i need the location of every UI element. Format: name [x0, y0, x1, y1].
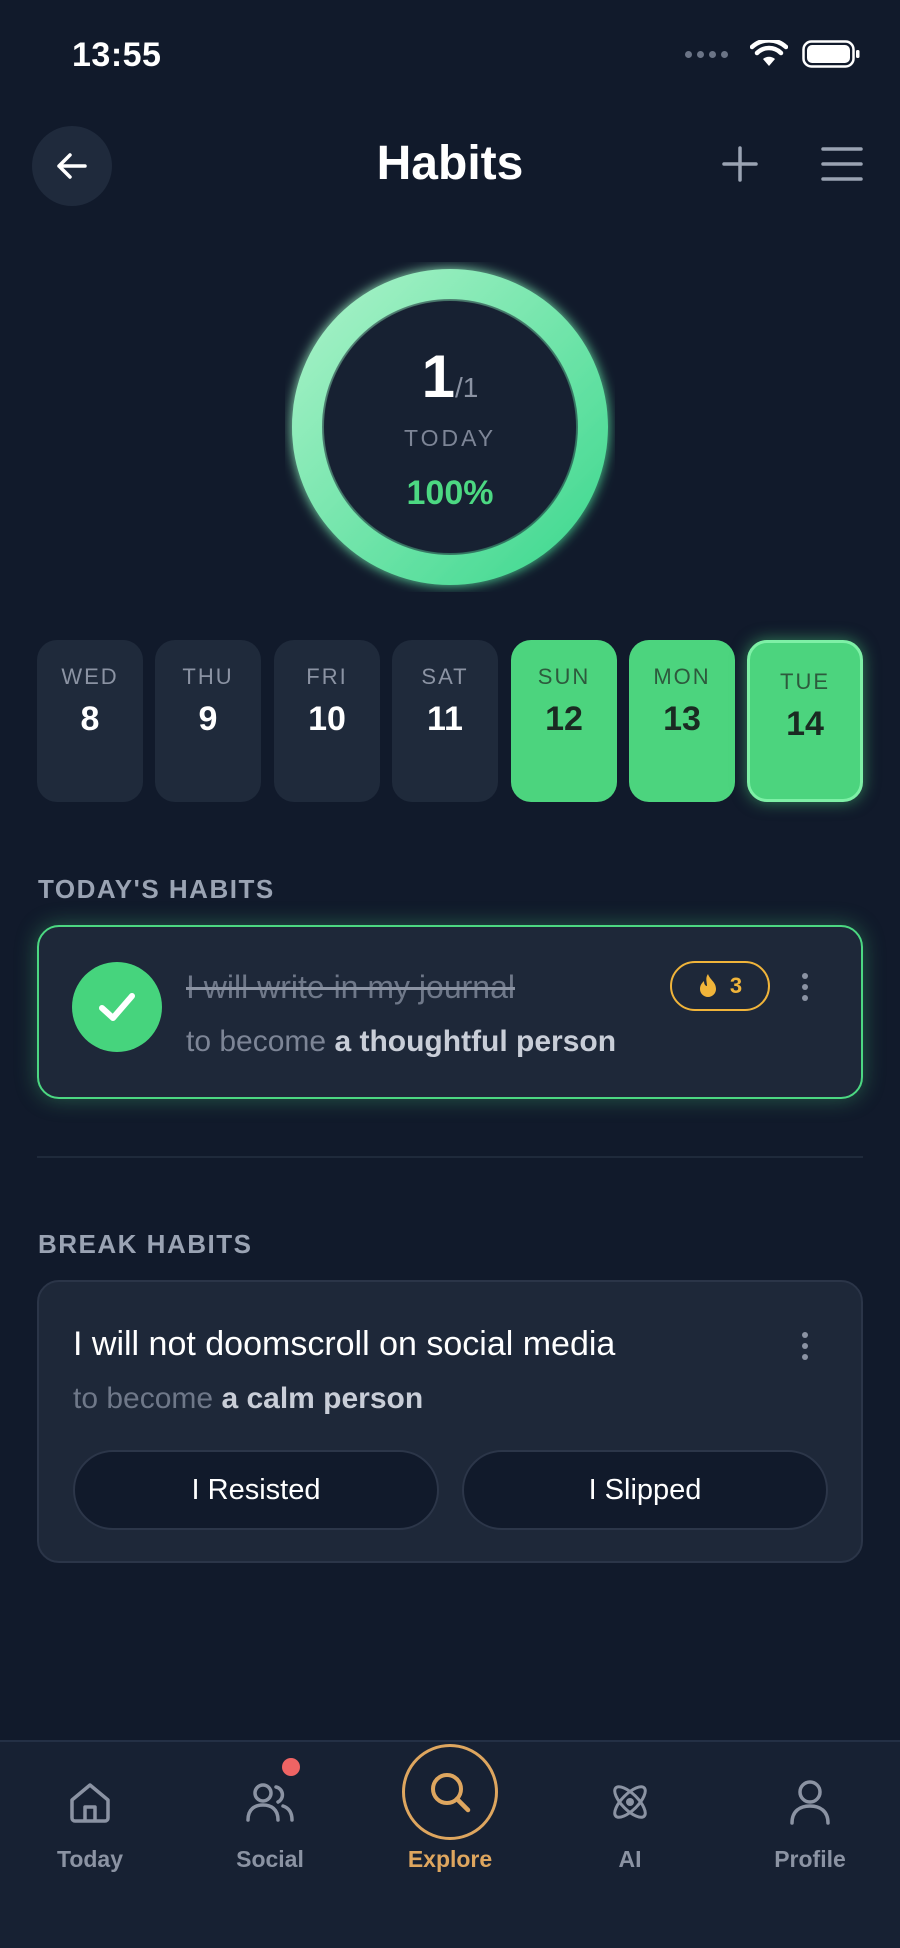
- battery-icon: [802, 40, 860, 68]
- tab-social[interactable]: Social: [180, 1742, 360, 1902]
- user-icon: [780, 1772, 840, 1832]
- tab-bar: Today Social Explore AI Profile: [0, 1740, 900, 1948]
- day-number: 10: [308, 700, 346, 738]
- plus-icon: [722, 146, 758, 182]
- todays-habits-title: TODAY'S HABITS: [38, 874, 275, 904]
- progress-percent: 100%: [406, 474, 494, 512]
- explore-active-ring: [402, 1744, 498, 1840]
- status-time: 13:55: [72, 36, 162, 74]
- day-number: 13: [663, 700, 701, 738]
- habit-identity-value: a thoughtful person: [334, 1025, 617, 1058]
- tab-label: Profile: [774, 1846, 846, 1872]
- section-divider: [37, 1156, 863, 1158]
- tab-label: Explore: [407, 1846, 493, 1872]
- day-number: 9: [198, 700, 218, 738]
- hamburger-menu-icon: [821, 147, 863, 181]
- status-bar: 13:55: [0, 0, 900, 110]
- day-selector: WED 8 THU 9 FRI 10 SAT 11 SUN 12 MON 13 …: [37, 640, 863, 802]
- habit-title: I will write in my journal: [186, 969, 515, 1005]
- break-habits-title: BREAK HABITS: [38, 1229, 253, 1259]
- progress-ring: 1/1 TODAY 100%: [285, 262, 615, 592]
- day-number: 8: [80, 700, 100, 738]
- habit-identity-prefix: to become: [186, 1025, 327, 1058]
- tab-label: Social: [236, 1846, 304, 1872]
- streak-badge: 3: [670, 961, 770, 1011]
- habit-complete-toggle[interactable]: [72, 962, 162, 1052]
- more-vertical-icon[interactable]: [790, 967, 820, 1007]
- header: Habits: [0, 110, 900, 220]
- day-number: 14: [786, 705, 824, 743]
- day-number: 12: [545, 700, 583, 738]
- day-name: TUE: [780, 669, 830, 694]
- day-number: 11: [427, 700, 463, 738]
- resisted-button[interactable]: I Resisted: [73, 1450, 439, 1530]
- day-wed[interactable]: WED 8: [37, 640, 143, 802]
- day-name: SUN: [537, 664, 591, 689]
- menu-button[interactable]: [812, 134, 872, 194]
- more-vertical-icon[interactable]: [790, 1326, 820, 1366]
- progress-ring-center: 1/1 TODAY 100%: [285, 342, 615, 513]
- tab-explore[interactable]: Explore: [360, 1742, 540, 1902]
- day-name: WED: [61, 664, 119, 689]
- tab-label: Today: [56, 1846, 124, 1872]
- tab-today[interactable]: Today: [0, 1742, 180, 1902]
- users-icon: [240, 1772, 300, 1832]
- streak-count: 3: [729, 973, 743, 998]
- tab-label: AI: [618, 1846, 642, 1872]
- break-habit-title: I will not doomscroll on social media: [73, 1325, 616, 1363]
- tab-ai[interactable]: AI: [540, 1742, 720, 1902]
- day-thu[interactable]: THU 9: [155, 640, 261, 802]
- progress-total: /1: [455, 372, 479, 403]
- break-identity-prefix: to become: [73, 1382, 214, 1415]
- break-identity-value: a calm person: [221, 1382, 424, 1415]
- day-sat[interactable]: SAT 11: [392, 640, 498, 802]
- add-habit-button[interactable]: [710, 134, 770, 194]
- notification-badge: [282, 1758, 300, 1776]
- slipped-button[interactable]: I Slipped: [462, 1450, 828, 1530]
- day-tue[interactable]: TUE 14: [747, 640, 863, 802]
- signal-icon: [685, 50, 728, 58]
- atom-icon: [600, 1772, 660, 1832]
- day-sun[interactable]: SUN 12: [511, 640, 617, 802]
- day-name: SAT: [421, 664, 469, 689]
- day-fri[interactable]: FRI 10: [274, 640, 380, 802]
- search-icon: [431, 1773, 471, 1813]
- home-icon: [60, 1772, 120, 1832]
- progress-count: 1: [421, 343, 455, 410]
- break-habit-card: I will not doomscroll on social media to…: [37, 1280, 863, 1563]
- day-name: MON: [653, 664, 711, 689]
- tab-profile[interactable]: Profile: [720, 1742, 900, 1902]
- habit-card[interactable]: I will write in my journal to become a t…: [37, 925, 863, 1099]
- status-icons: [685, 40, 860, 68]
- break-habit-identity: to become a calm person: [73, 1382, 423, 1416]
- day-mon[interactable]: MON 13: [629, 640, 735, 802]
- progress-label: TODAY: [403, 425, 497, 451]
- day-name: FRI: [306, 664, 348, 689]
- day-name: THU: [182, 664, 234, 689]
- flame-icon: [699, 974, 716, 997]
- checkmark-icon: [99, 993, 135, 1021]
- habit-identity: to become a thoughtful person: [186, 1025, 616, 1059]
- wifi-icon: [750, 40, 788, 66]
